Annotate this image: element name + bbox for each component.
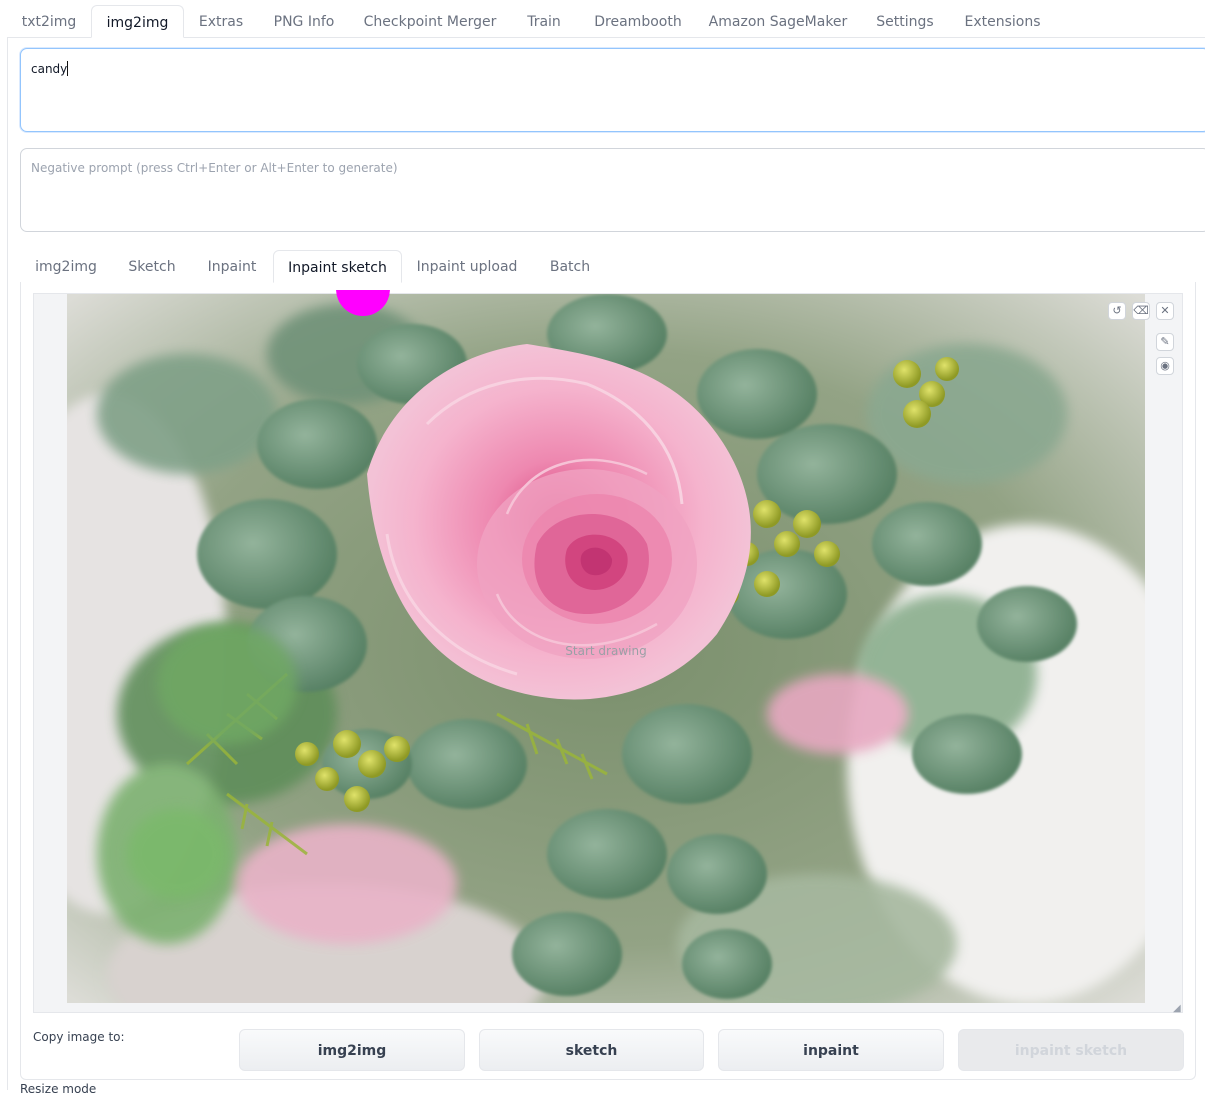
tab-png-info[interactable]: PNG Info — [263, 5, 345, 38]
color-palette-icon[interactable]: ◉ — [1156, 357, 1174, 375]
subtab-img2img[interactable]: img2img — [20, 250, 112, 283]
flower-photo — [67, 294, 1145, 1003]
tab-extensions[interactable]: Extensions — [955, 5, 1050, 38]
tab-extras[interactable]: Extras — [187, 5, 255, 38]
tab-settings[interactable]: Settings — [865, 5, 945, 38]
subtab-inpaint[interactable]: Inpaint — [196, 250, 268, 283]
subtab-batch[interactable]: Batch — [535, 250, 605, 283]
tab-txt2img[interactable]: txt2img — [7, 5, 91, 38]
copy-image-label: Copy image to: — [33, 1030, 125, 1044]
resize-handle-icon[interactable]: ◢ — [1173, 1003, 1183, 1014]
copy-to-img2img-button[interactable]: img2img — [239, 1029, 465, 1071]
tab-train[interactable]: Train — [515, 5, 573, 38]
tab-dreambooth[interactable]: Dreambooth — [583, 5, 693, 38]
copy-to-sketch-button[interactable]: sketch — [479, 1029, 704, 1071]
subtab-inpaint-upload[interactable]: Inpaint upload — [409, 250, 525, 283]
prompt-text: candy — [31, 62, 68, 76]
sketch-canvas[interactable]: Start drawing — [67, 294, 1145, 1003]
negative-prompt-input[interactable]: Negative prompt (press Ctrl+Enter or Alt… — [20, 148, 1205, 232]
brush-size-icon[interactable]: ✎ — [1156, 333, 1174, 351]
resize-mode-label: Resize mode — [20, 1082, 97, 1096]
panel-border — [7, 38, 8, 1090]
subtab-inpaint-sketch[interactable]: Inpaint sketch — [273, 250, 402, 283]
tab-img2img[interactable]: img2img — [91, 5, 184, 38]
eraser-icon[interactable]: ⌫ — [1132, 302, 1150, 320]
top-tab-bar: txt2img img2img Extras PNG Info Checkpoi… — [7, 5, 1205, 38]
img2img-mode-tab-bar: img2img Sketch Inpaint Inpaint sketch In… — [20, 250, 1196, 283]
close-icon[interactable]: ✕ — [1156, 302, 1174, 320]
negative-prompt-placeholder: Negative prompt (press Ctrl+Enter or Alt… — [31, 161, 398, 175]
brush-cursor — [336, 290, 390, 316]
copy-to-inpaint-sketch-button: inpaint sketch — [958, 1029, 1184, 1071]
tab-amazon-sagemaker[interactable]: Amazon SageMaker — [703, 5, 853, 38]
tab-checkpoint-merger[interactable]: Checkpoint Merger — [355, 5, 505, 38]
prompt-input[interactable]: candy — [20, 48, 1205, 132]
text-caret — [67, 61, 69, 76]
undo-icon[interactable]: ↺ — [1108, 302, 1126, 320]
copy-to-inpaint-button[interactable]: inpaint — [718, 1029, 944, 1071]
subtab-sketch[interactable]: Sketch — [116, 250, 188, 283]
